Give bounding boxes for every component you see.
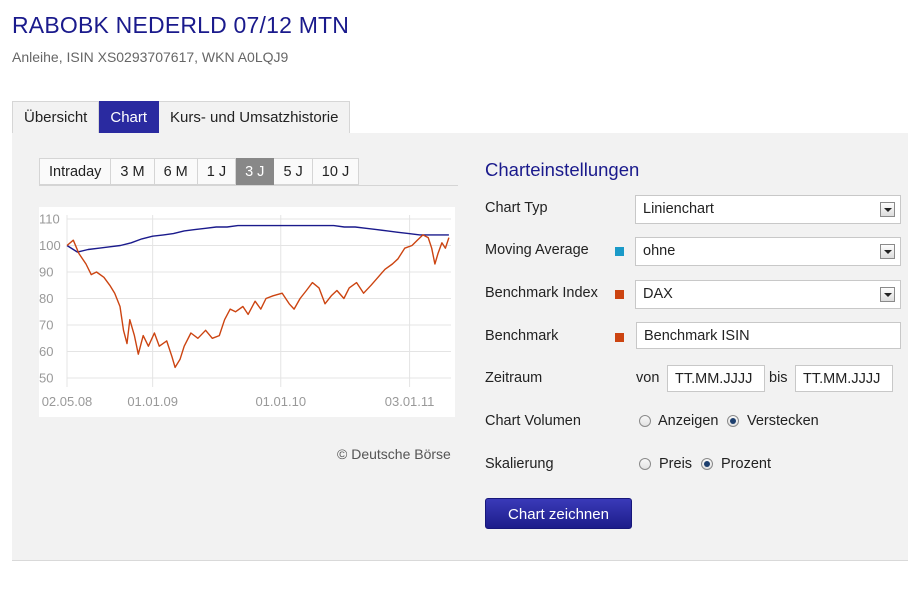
y-tick-label: 90 (39, 265, 53, 280)
chart-type-value: Linienchart (643, 201, 714, 217)
tab-chart[interactable]: Chart (99, 101, 160, 133)
x-tick-label: 01.01.09 (127, 394, 178, 409)
benchmark-label: Benchmark (485, 328, 559, 344)
date-to-input[interactable] (795, 365, 893, 392)
y-tick-label: 80 (39, 291, 53, 306)
range-tab-10y[interactable]: 10 J (312, 158, 360, 185)
range-tab-intraday[interactable]: Intraday (39, 158, 112, 185)
volume-show-label[interactable]: Anzeigen (658, 413, 718, 429)
range-tab-3y[interactable]: 3 J (236, 158, 275, 185)
moving-average-value: ohne (643, 243, 676, 259)
y-tick-label: 110 (39, 212, 60, 227)
benchmark-index-value: DAX (643, 286, 673, 302)
benchmark-index-label: Benchmark Index (485, 285, 598, 301)
draw-chart-button[interactable]: Chart zeichnen (485, 498, 632, 529)
range-tab-5y[interactable]: 5 J (274, 158, 313, 185)
range-tab-6m[interactable]: 6 M (154, 158, 198, 185)
x-tick-label: 03.01.11 (385, 394, 435, 409)
chart-type-select[interactable]: Linienchart (635, 195, 901, 224)
chevron-down-icon[interactable] (880, 244, 895, 259)
settings-title: Charteinstellungen (485, 159, 640, 180)
main-tabs: Übersicht Chart Kurs- und Umsatzhistorie (12, 101, 351, 133)
scale-price-label[interactable]: Preis (659, 456, 692, 472)
divider (12, 560, 908, 561)
moving-average-select[interactable]: ohne (635, 237, 901, 266)
tab-price-history[interactable]: Kurs- und Umsatzhistorie (159, 101, 351, 133)
x-tick-label: 02.05.08 (42, 394, 93, 409)
range-tab-3m[interactable]: 3 M (111, 158, 155, 185)
tab-overview[interactable]: Übersicht (12, 101, 100, 133)
volume-hide-radio[interactable] (727, 415, 739, 427)
range-tab-1y[interactable]: 1 J (197, 158, 237, 185)
range-tabs-underline (39, 185, 458, 186)
volume-show-radio[interactable] (639, 415, 651, 427)
scale-percent-radio[interactable] (701, 458, 713, 470)
chart-volume-label: Chart Volumen (485, 413, 581, 429)
y-tick-label: 60 (39, 344, 53, 359)
volume-hide-label[interactable]: Verstecken (747, 413, 819, 429)
price-chart-svg: 110 100 90 80 70 60 50 02.05.08 01.01.09 01.01.10… (39, 207, 455, 417)
scale-percent-label[interactable]: Prozent (721, 456, 771, 472)
date-from-input[interactable] (667, 365, 765, 392)
chart-type-label: Chart Typ (485, 200, 548, 216)
benchmark-color-swatch (615, 333, 624, 342)
chevron-down-icon[interactable] (880, 202, 895, 217)
x-tick-label: 01.01.10 (255, 394, 306, 409)
range-tabs: Intraday 3 M 6 M 1 J 3 J 5 J 10 J (39, 158, 360, 185)
benchmark-index-select[interactable]: DAX (635, 280, 901, 309)
page-title: RABOBK NEDERLD 07/12 MTN (12, 12, 350, 38)
chevron-down-icon[interactable] (880, 287, 895, 302)
chart-copyright: © Deutsche Börse (337, 446, 451, 462)
y-tick-label: 100 (39, 238, 61, 253)
zeitraum-to-label: bis (769, 370, 788, 386)
scale-price-radio[interactable] (639, 458, 651, 470)
price-chart: 110 100 90 80 70 60 50 02.05.08 01.01.09 01.01.10… (39, 207, 455, 417)
zeitraum-label: Zeitraum (485, 370, 543, 386)
y-tick-label: 70 (39, 318, 53, 333)
benchmark-index-color-swatch (615, 290, 624, 299)
moving-average-label: Moving Average (485, 242, 589, 258)
scaling-label: Skalierung (485, 456, 554, 472)
benchmark-isin-input[interactable] (636, 322, 901, 349)
moving-average-color-swatch (615, 247, 624, 256)
zeitraum-from-label: von (636, 370, 660, 386)
page-subtitle: Anleihe, ISIN XS0293707617, WKN A0LQJ9 (12, 49, 289, 65)
y-tick-label: 50 (39, 371, 53, 386)
